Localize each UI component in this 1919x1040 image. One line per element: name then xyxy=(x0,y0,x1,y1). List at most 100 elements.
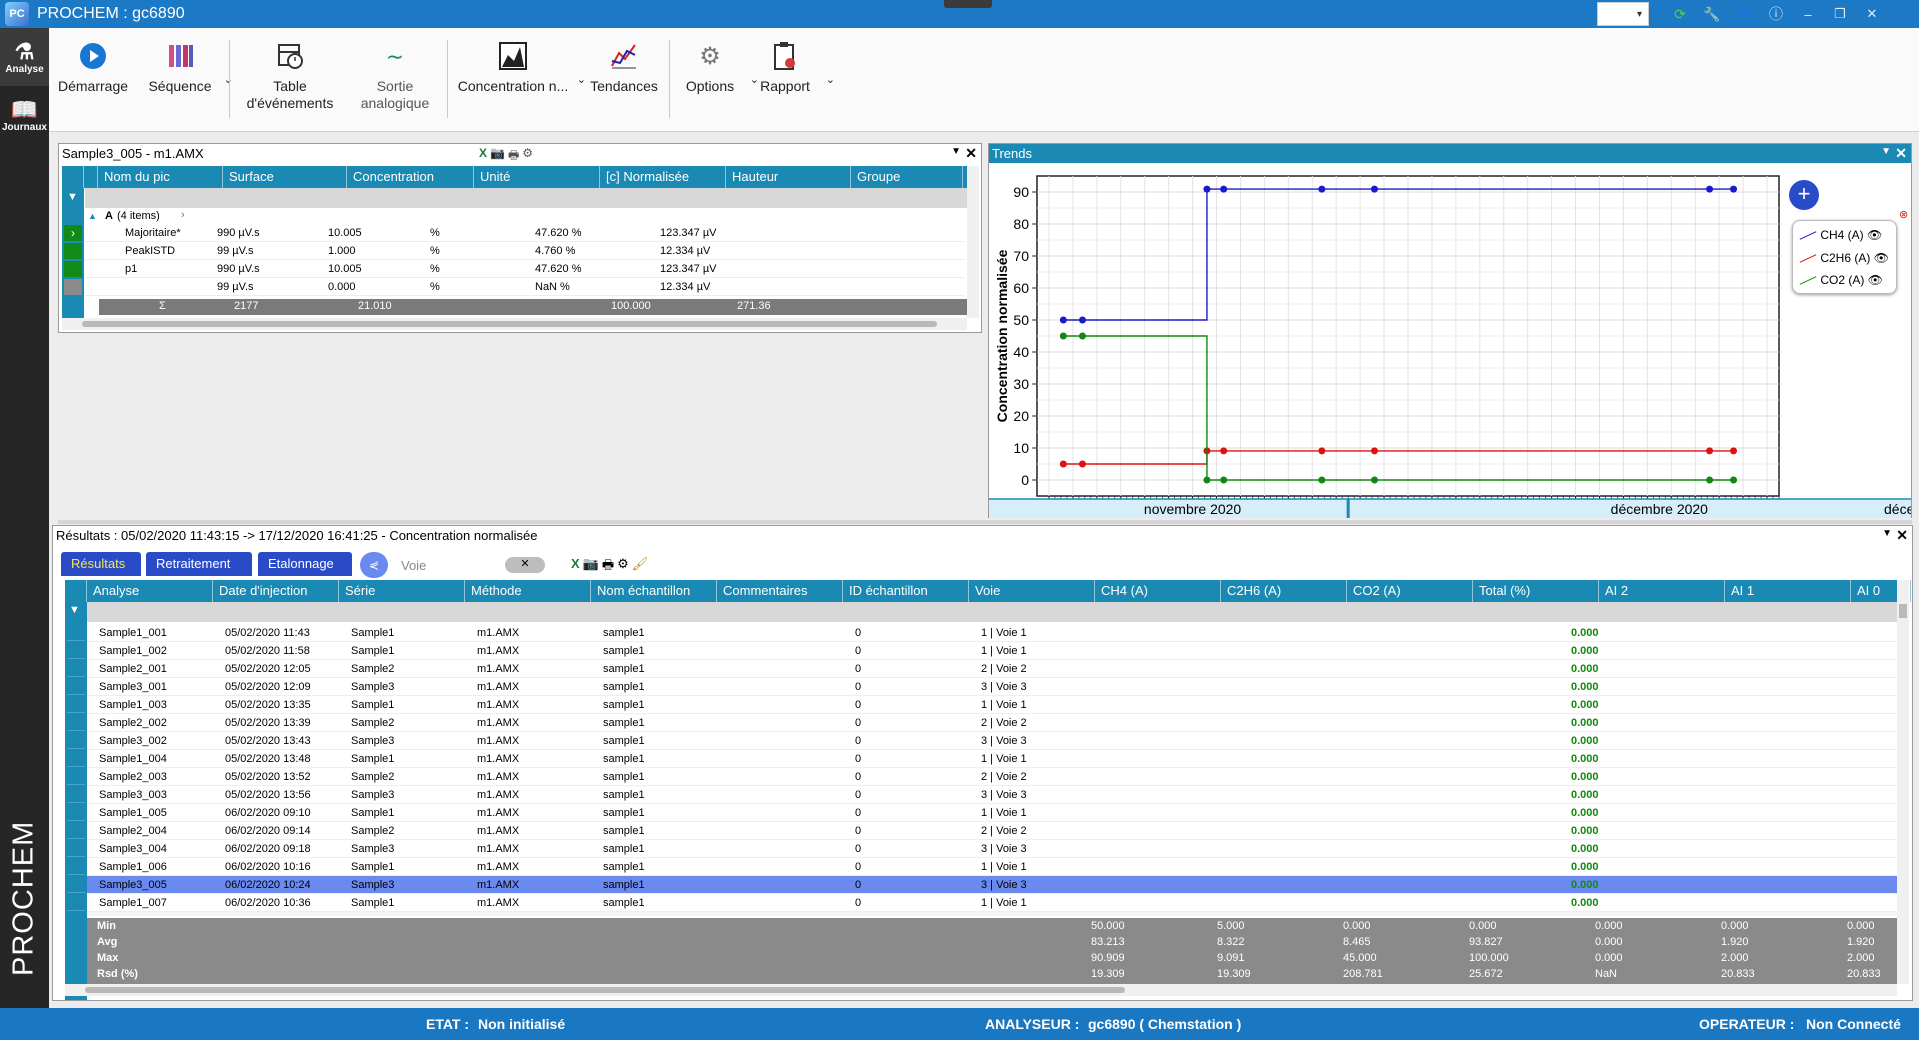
table-row[interactable]: 99 µV.s 0.000% NaN % 12.334 µV xyxy=(85,279,965,296)
table-row[interactable]: Sample3_001 05/02/2020 12:09 Sample3 m1.AMX… xyxy=(87,678,1897,696)
row-selector[interactable] xyxy=(67,786,85,803)
row-selector[interactable] xyxy=(67,732,85,749)
row-selector[interactable] xyxy=(67,660,85,677)
data-point[interactable] xyxy=(1730,447,1738,455)
row-selector[interactable] xyxy=(67,840,85,857)
data-point[interactable] xyxy=(1370,476,1378,484)
column-header[interactable]: [c] Normalisée xyxy=(600,166,726,188)
data-point[interactable] xyxy=(1220,447,1228,455)
row-selector[interactable] xyxy=(67,804,85,821)
table-row[interactable]: Sample2_002 05/02/2020 13:39 Sample2 m1.AMX… xyxy=(87,714,1897,732)
filter-icon[interactable]: ▼ xyxy=(67,191,78,203)
remove-icon[interactable]: ⊗ xyxy=(1899,208,1908,221)
data-point[interactable] xyxy=(1730,476,1738,484)
column-header[interactable]: Nom du pic xyxy=(98,166,223,188)
data-point[interactable] xyxy=(1203,185,1211,193)
chevron-down-icon[interactable]: ⌄ xyxy=(577,72,586,89)
trends-chart[interactable]: 0 10 20 30 40 50 60 70 80 90 Concentration normali… xyxy=(989,164,1911,518)
data-point[interactable] xyxy=(1730,185,1738,193)
column-header[interactable]: AI 2 xyxy=(1599,580,1725,602)
horizontal-scrollbar[interactable] xyxy=(65,984,1897,996)
row-selector[interactable] xyxy=(67,750,85,767)
group-row[interactable]: ▲ A (4 items) › xyxy=(85,209,385,225)
row-selector[interactable] xyxy=(67,876,85,893)
table-row[interactable]: Sample1_005 06/02/2020 09:10 Sample1 m1.AMX… xyxy=(87,804,1897,822)
rapport-button[interactable]: Rapport ⌄ xyxy=(749,28,835,128)
filter-row[interactable] xyxy=(87,602,1897,622)
column-header[interactable]: CH4 (A) xyxy=(1095,580,1221,602)
data-point[interactable] xyxy=(1059,316,1067,324)
refresh-icon[interactable]: ⟳ xyxy=(1670,4,1690,24)
filter-row[interactable] xyxy=(85,188,967,208)
vertical-scrollbar[interactable] xyxy=(967,166,979,318)
add-series-button[interactable]: + xyxy=(1789,180,1819,210)
column-header[interactable]: Groupe xyxy=(851,166,963,188)
column-header[interactable]: Analyse xyxy=(87,580,213,602)
column-header[interactable]: Date d'injection xyxy=(213,580,339,602)
data-point[interactable] xyxy=(1059,460,1067,468)
data-point[interactable] xyxy=(1203,476,1211,484)
row-selector[interactable] xyxy=(67,714,85,731)
tendances-button[interactable]: Tendances xyxy=(587,28,661,128)
close-icon[interactable]: ✕ xyxy=(965,145,977,162)
data-point[interactable] xyxy=(1706,185,1714,193)
eye-icon[interactable]: 👁 xyxy=(1874,251,1889,265)
table-row[interactable]: Sample1_006 06/02/2020 10:16 Sample1 m1.AMX… xyxy=(87,858,1897,876)
scrollbar-thumb[interactable] xyxy=(85,987,1125,993)
chevron-down-icon[interactable]: ⌄ xyxy=(826,72,835,89)
data-point[interactable] xyxy=(1706,476,1714,484)
table-row[interactable]: p1 990 µV.s 10.005% 47.620 % 123.347 µV xyxy=(85,261,965,278)
nav-item-journaux[interactable]: 📖 Journaux xyxy=(0,86,49,144)
column-header[interactable]: Série xyxy=(339,580,465,602)
table-row[interactable]: Sample1_002 05/02/2020 11:58 Sample1 m1.AMX… xyxy=(87,642,1897,660)
sortie-analogique-button[interactable]: ∼ Sortie analogique xyxy=(353,28,437,128)
row-status-indicator[interactable] xyxy=(64,261,82,277)
row-selector[interactable] xyxy=(67,642,85,659)
legend-item-c2h6[interactable]: C2H6 (A) 👁 xyxy=(1799,251,1889,265)
column-header[interactable]: Commentaires xyxy=(717,580,843,602)
close-icon[interactable]: ✕ xyxy=(1862,4,1882,24)
scrollbar-thumb[interactable] xyxy=(82,321,937,327)
table-row[interactable]: Sample2_004 06/02/2020 09:14 Sample2 m1.AMX… xyxy=(87,822,1897,840)
eye-icon[interactable]: 👁 xyxy=(1867,228,1882,242)
data-point[interactable] xyxy=(1318,447,1326,455)
group-by-icon[interactable]: ⋞ xyxy=(360,552,388,578)
row-selector[interactable] xyxy=(67,768,85,785)
clear-filter-icon[interactable]: ✕ xyxy=(505,557,545,573)
table-row[interactable]: Sample1_007 06/02/2020 10:36 Sample1 m1.AMX… xyxy=(87,894,1897,912)
tab-etalonnage[interactable]: Etalonnage xyxy=(258,552,352,576)
row-status-indicator[interactable] xyxy=(64,279,82,295)
demarrage-button[interactable]: Démarrage xyxy=(55,28,131,128)
sequence-button[interactable]: Séquence ⌄ xyxy=(141,28,233,128)
table-row[interactable]: Sample1_003 05/02/2020 13:35 Sample1 m1.AMX… xyxy=(87,696,1897,714)
minimize-icon[interactable]: – xyxy=(1798,4,1818,24)
column-header[interactable]: Méthode xyxy=(465,580,591,602)
camera-icon[interactable]: 📷 xyxy=(490,146,505,167)
table-row[interactable]: Sample2_001 05/02/2020 12:05 Sample2 m1.AMX… xyxy=(87,660,1897,678)
nav-item-analyse[interactable]: ⚗ Analyse xyxy=(0,28,49,86)
camera-icon[interactable]: 📷 xyxy=(583,556,599,578)
data-point[interactable] xyxy=(1078,460,1086,468)
column-header[interactable]: Unité xyxy=(474,166,600,188)
table-row[interactable]: Majoritaire* 990 µV.s 10.005% 47.620 % 123.3… xyxy=(85,225,965,242)
data-point[interactable] xyxy=(1220,185,1228,193)
data-point[interactable] xyxy=(1059,332,1067,340)
row-selector[interactable] xyxy=(67,678,85,695)
row-status-indicator[interactable]: › xyxy=(64,225,82,241)
horizontal-scrollbar[interactable] xyxy=(62,318,967,330)
vertical-scrollbar[interactable] xyxy=(1897,580,1909,984)
tab-resultats[interactable]: Résultats xyxy=(61,552,141,576)
table-row[interactable]: Sample1_004 05/02/2020 13:48 Sample1 m1.AMX… xyxy=(87,750,1897,768)
scrollbar-thumb[interactable] xyxy=(1899,604,1907,618)
table-row[interactable]: Sample3_003 05/02/2020 13:56 Sample3 m1.AMX… xyxy=(87,786,1897,804)
table-evenements-button[interactable]: Table d'événements xyxy=(235,28,345,128)
info-icon[interactable]: ⓘ xyxy=(1766,4,1786,24)
table-row[interactable]: Sample3_005 06/02/2020 10:24 Sample3 m1.AMX… xyxy=(87,876,1897,894)
restore-icon[interactable]: ❐ xyxy=(1830,4,1850,24)
table-row[interactable]: Sample3_002 05/02/2020 13:43 Sample3 m1.AMX… xyxy=(87,732,1897,750)
column-header[interactable]: CO2 (A) xyxy=(1347,580,1473,602)
close-icon[interactable]: ✕ xyxy=(1896,527,1908,544)
row-selector[interactable] xyxy=(67,894,85,911)
legend-item-ch4[interactable]: CH4 (A) 👁 xyxy=(1799,228,1882,242)
row-selector[interactable] xyxy=(67,858,85,875)
